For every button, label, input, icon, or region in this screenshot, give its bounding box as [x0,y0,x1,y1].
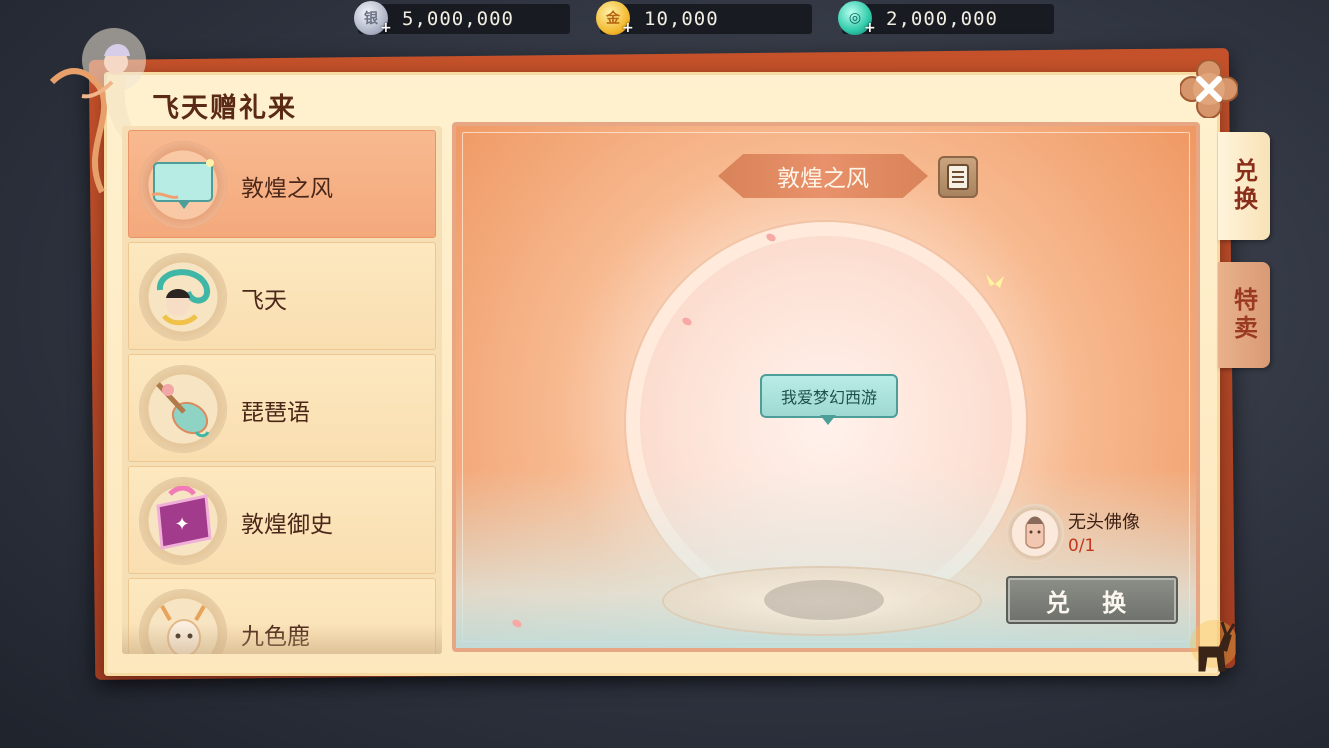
list-item-label: 琵琶语 [241,400,310,426]
add-silver-icon[interactable]: + [380,20,392,36]
window-title: 飞天赠礼来 [152,93,297,124]
butterfly-icon [986,274,1004,288]
silver-amount: 5,000,000 [402,8,514,30]
chat-bubble-skin-icon [139,141,227,229]
pipa-lute-icon [139,365,227,453]
tab-special-sale[interactable]: 特卖 [1218,262,1270,368]
list-item-dunhuang-wind[interactable]: 敦煌之风 [128,130,436,238]
list-item-pipa[interactable]: 琵琶语 [128,354,436,462]
list-item-nine-color-deer[interactable]: 九色鹿 [128,578,436,654]
list-item-dunhuang-censor[interactable]: ✦ 敦煌御史 [128,466,436,574]
document-icon [947,164,969,190]
list-item-feitian[interactable]: 飞天 [128,242,436,350]
gold-amount: 10,000 [644,8,719,30]
jade-amount: 2,000,000 [886,8,998,30]
list-item-label: 敦煌御史 [241,512,333,538]
add-jade-icon[interactable]: + [864,20,876,36]
bubble-tail [820,415,836,425]
silver-currency: 银 + 5,000,000 [354,1,570,36]
list-item-label: 九色鹿 [241,624,310,650]
taiji-platform [662,566,982,636]
tab-exchange[interactable]: 兑换 [1218,132,1270,240]
jade-currency: ◎ + 2,000,000 [838,1,1054,36]
headless-buddha-icon[interactable] [1006,504,1064,562]
skin-preview-panel: 敦煌之风 我爱梦幻西游 无头佛像 0/1 兑 换 [452,122,1200,652]
close-button[interactable] [1180,60,1238,118]
material-count: 0/1 [1068,536,1096,556]
deer-silhouette-icon [1190,620,1236,672]
add-gold-icon[interactable]: + [622,20,634,36]
material-name: 无头佛像 [1068,512,1140,533]
nine-color-deer-icon [139,589,227,654]
svg-text:✦: ✦ [174,514,189,535]
skin-name-banner: 敦煌之风 [718,154,928,198]
purple-seal-icon: ✦ [139,477,227,565]
exchange-button[interactable]: 兑 换 [1006,576,1178,624]
list-item-label: 敦煌之风 [241,176,333,202]
chat-bubble-preview: 我爱梦幻西游 [760,374,898,418]
list-item-label: 飞天 [241,288,287,314]
details-button[interactable] [938,156,978,198]
gold-currency: 金 + 10,000 [596,1,812,36]
item-list[interactable]: 敦煌之风 飞天 琵琶语 ✦ 敦煌御史 九色鹿 [122,126,442,654]
flying-apsara-icon [139,253,227,341]
